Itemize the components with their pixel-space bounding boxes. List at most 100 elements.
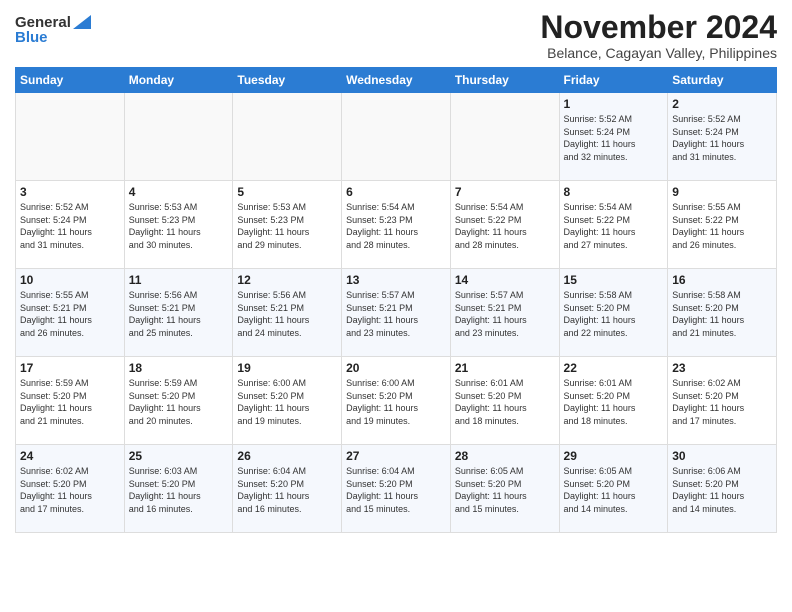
calendar-cell: 23 Sunrise: 6:02 AM Sunset: 5:20 PM Dayli… bbox=[668, 357, 777, 445]
weekday-header-thursday: Thursday bbox=[450, 68, 559, 93]
day-info: Sunrise: 6:05 AM Sunset: 5:20 PM Dayligh… bbox=[455, 465, 555, 515]
day-info: Sunrise: 5:54 AM Sunset: 5:22 PM Dayligh… bbox=[455, 201, 555, 251]
day-number: 24 bbox=[20, 449, 120, 463]
day-number: 27 bbox=[346, 449, 446, 463]
calendar-cell bbox=[342, 93, 451, 181]
calendar-cell: 8 Sunrise: 5:54 AM Sunset: 5:22 PM Daylig… bbox=[559, 181, 668, 269]
calendar-cell bbox=[233, 93, 342, 181]
day-number: 11 bbox=[129, 273, 229, 287]
day-info: Sunrise: 6:00 AM Sunset: 5:20 PM Dayligh… bbox=[237, 377, 337, 427]
day-info: Sunrise: 5:55 AM Sunset: 5:22 PM Dayligh… bbox=[672, 201, 772, 251]
day-number: 15 bbox=[564, 273, 664, 287]
calendar-cell: 6 Sunrise: 5:54 AM Sunset: 5:23 PM Daylig… bbox=[342, 181, 451, 269]
calendar-cell: 10Sunrise: 5:55 AM Sunset: 5:21 PM Dayli… bbox=[16, 269, 125, 357]
day-number: 16 bbox=[672, 273, 772, 287]
day-info: Sunrise: 5:54 AM Sunset: 5:22 PM Dayligh… bbox=[564, 201, 664, 251]
day-info: Sunrise: 5:52 AM Sunset: 5:24 PM Dayligh… bbox=[20, 201, 120, 251]
calendar-cell: 26Sunrise: 6:04 AM Sunset: 5:20 PM Dayli… bbox=[233, 445, 342, 533]
weekday-header-row: SundayMondayTuesdayWednesdayThursdayFrid… bbox=[16, 68, 777, 93]
day-number: 2 bbox=[672, 97, 772, 111]
day-info: Sunrise: 6:01 AM Sunset: 5:20 PM Dayligh… bbox=[455, 377, 555, 427]
day-number: 10 bbox=[20, 273, 120, 287]
day-info: Sunrise: 5:54 AM Sunset: 5:23 PM Dayligh… bbox=[346, 201, 446, 251]
logo: General Blue bbox=[15, 10, 91, 46]
day-number: 22 bbox=[564, 361, 664, 375]
day-info: Sunrise: 5:59 AM Sunset: 5:20 PM Dayligh… bbox=[20, 377, 120, 427]
day-info: Sunrise: 5:57 AM Sunset: 5:21 PM Dayligh… bbox=[346, 289, 446, 339]
day-number: 30 bbox=[672, 449, 772, 463]
calendar-cell: 2 Sunrise: 5:52 AM Sunset: 5:24 PM Daylig… bbox=[668, 93, 777, 181]
calendar-week-3: 10Sunrise: 5:55 AM Sunset: 5:21 PM Dayli… bbox=[16, 269, 777, 357]
calendar-cell: 18 Sunrise: 5:59 AM Sunset: 5:20 PM Dayli… bbox=[124, 357, 233, 445]
calendar-table: SundayMondayTuesdayWednesdayThursdayFrid… bbox=[15, 67, 777, 533]
day-number: 4 bbox=[129, 185, 229, 199]
day-number: 29 bbox=[564, 449, 664, 463]
calendar-cell: 11 Sunrise: 5:56 AM Sunset: 5:21 PM Dayli… bbox=[124, 269, 233, 357]
day-info: Sunrise: 5:56 AM Sunset: 5:21 PM Dayligh… bbox=[237, 289, 337, 339]
weekday-header-tuesday: Tuesday bbox=[233, 68, 342, 93]
calendar-cell: 21 Sunrise: 6:01 AM Sunset: 5:20 PM Dayli… bbox=[450, 357, 559, 445]
day-info: Sunrise: 5:59 AM Sunset: 5:20 PM Dayligh… bbox=[129, 377, 229, 427]
weekday-header-friday: Friday bbox=[559, 68, 668, 93]
calendar-cell: 16Sunrise: 5:58 AM Sunset: 5:20 PM Dayli… bbox=[668, 269, 777, 357]
day-number: 17 bbox=[20, 361, 120, 375]
calendar-cell: 1Sunrise: 5:52 AM Sunset: 5:24 PM Daylig… bbox=[559, 93, 668, 181]
day-number: 5 bbox=[237, 185, 337, 199]
day-number: 7 bbox=[455, 185, 555, 199]
calendar-cell: 15 Sunrise: 5:58 AM Sunset: 5:20 PM Dayli… bbox=[559, 269, 668, 357]
day-number: 6 bbox=[346, 185, 446, 199]
day-info: Sunrise: 5:53 AM Sunset: 5:23 PM Dayligh… bbox=[237, 201, 337, 251]
day-info: Sunrise: 5:56 AM Sunset: 5:21 PM Dayligh… bbox=[129, 289, 229, 339]
day-info: Sunrise: 6:01 AM Sunset: 5:20 PM Dayligh… bbox=[564, 377, 664, 427]
day-info: Sunrise: 5:58 AM Sunset: 5:20 PM Dayligh… bbox=[564, 289, 664, 339]
day-number: 25 bbox=[129, 449, 229, 463]
day-number: 8 bbox=[564, 185, 664, 199]
day-number: 19 bbox=[237, 361, 337, 375]
calendar-cell: 9 Sunrise: 5:55 AM Sunset: 5:22 PM Daylig… bbox=[668, 181, 777, 269]
title-block: November 2024 Belance, Cagayan Valley, P… bbox=[540, 10, 777, 61]
calendar-week-4: 17 Sunrise: 5:59 AM Sunset: 5:20 PM Dayli… bbox=[16, 357, 777, 445]
day-number: 14 bbox=[455, 273, 555, 287]
day-number: 9 bbox=[672, 185, 772, 199]
calendar-cell: 29 Sunrise: 6:05 AM Sunset: 5:20 PM Dayli… bbox=[559, 445, 668, 533]
day-info: Sunrise: 6:02 AM Sunset: 5:20 PM Dayligh… bbox=[672, 377, 772, 427]
calendar-week-5: 24 Sunrise: 6:02 AM Sunset: 5:20 PM Dayli… bbox=[16, 445, 777, 533]
calendar-cell: 30 Sunrise: 6:06 AM Sunset: 5:20 PM Dayli… bbox=[668, 445, 777, 533]
calendar-cell: 5 Sunrise: 5:53 AM Sunset: 5:23 PM Daylig… bbox=[233, 181, 342, 269]
day-info: Sunrise: 6:06 AM Sunset: 5:20 PM Dayligh… bbox=[672, 465, 772, 515]
day-number: 21 bbox=[455, 361, 555, 375]
calendar-cell: 7 Sunrise: 5:54 AM Sunset: 5:22 PM Daylig… bbox=[450, 181, 559, 269]
day-info: Sunrise: 5:53 AM Sunset: 5:23 PM Dayligh… bbox=[129, 201, 229, 251]
month-title: November 2024 bbox=[540, 10, 777, 45]
day-info: Sunrise: 6:04 AM Sunset: 5:20 PM Dayligh… bbox=[346, 465, 446, 515]
day-number: 12 bbox=[237, 273, 337, 287]
location-subtitle: Belance, Cagayan Valley, Philippines bbox=[540, 45, 777, 61]
day-number: 1 bbox=[564, 97, 664, 111]
calendar-cell: 28Sunrise: 6:05 AM Sunset: 5:20 PM Dayli… bbox=[450, 445, 559, 533]
day-info: Sunrise: 6:05 AM Sunset: 5:20 PM Dayligh… bbox=[564, 465, 664, 515]
weekday-header-saturday: Saturday bbox=[668, 68, 777, 93]
page-header: General Blue November 2024 Belance, Caga… bbox=[15, 10, 777, 61]
calendar-week-2: 3Sunrise: 5:52 AM Sunset: 5:24 PM Daylig… bbox=[16, 181, 777, 269]
logo-blue-text: Blue bbox=[15, 29, 48, 46]
day-number: 18 bbox=[129, 361, 229, 375]
day-number: 23 bbox=[672, 361, 772, 375]
calendar-week-1: 1 Sunrise: 5:52 AM Sunset: 5:24 PM Daylig… bbox=[16, 93, 777, 181]
day-info: Sunrise: 6:02 AM Sunset: 5:20 PM Dayligh… bbox=[20, 465, 120, 515]
day-number: 20 bbox=[346, 361, 446, 375]
calendar-cell: 25 Sunrise: 6:03 AM Sunset: 5:20 PM Dayli… bbox=[124, 445, 233, 533]
day-info: Sunrise: 6:03 AM Sunset: 5:20 PM Dayligh… bbox=[129, 465, 229, 515]
calendar-cell bbox=[124, 93, 233, 181]
calendar-cell: 27 Sunrise: 6:04 AM Sunset: 5:20 PM Dayli… bbox=[342, 445, 451, 533]
calendar-cell: 20 Sunrise: 6:00 AM Sunset: 5:20 PM Dayli… bbox=[342, 357, 451, 445]
calendar-cell: 24 Sunrise: 6:02 AM Sunset: 5:20 PM Dayli… bbox=[16, 445, 125, 533]
day-info: Sunrise: 6:00 AM Sunset: 5:20 PM Dayligh… bbox=[346, 377, 446, 427]
logo-icon bbox=[73, 15, 91, 29]
calendar-cell: 3Sunrise: 5:52 AM Sunset: 5:24 PM Daylig… bbox=[16, 181, 125, 269]
weekday-header-sunday: Sunday bbox=[16, 68, 125, 93]
calendar-cell: 22 Sunrise: 6:01 AM Sunset: 5:20 PM Dayli… bbox=[559, 357, 668, 445]
day-number: 13 bbox=[346, 273, 446, 287]
day-info: Sunrise: 5:52 AM Sunset: 5:24 PM Dayligh… bbox=[672, 113, 772, 163]
calendar-cell: 19 Sunrise: 6:00 AM Sunset: 5:20 PM Dayli… bbox=[233, 357, 342, 445]
calendar-cell: 17 Sunrise: 5:59 AM Sunset: 5:20 PM Dayli… bbox=[16, 357, 125, 445]
